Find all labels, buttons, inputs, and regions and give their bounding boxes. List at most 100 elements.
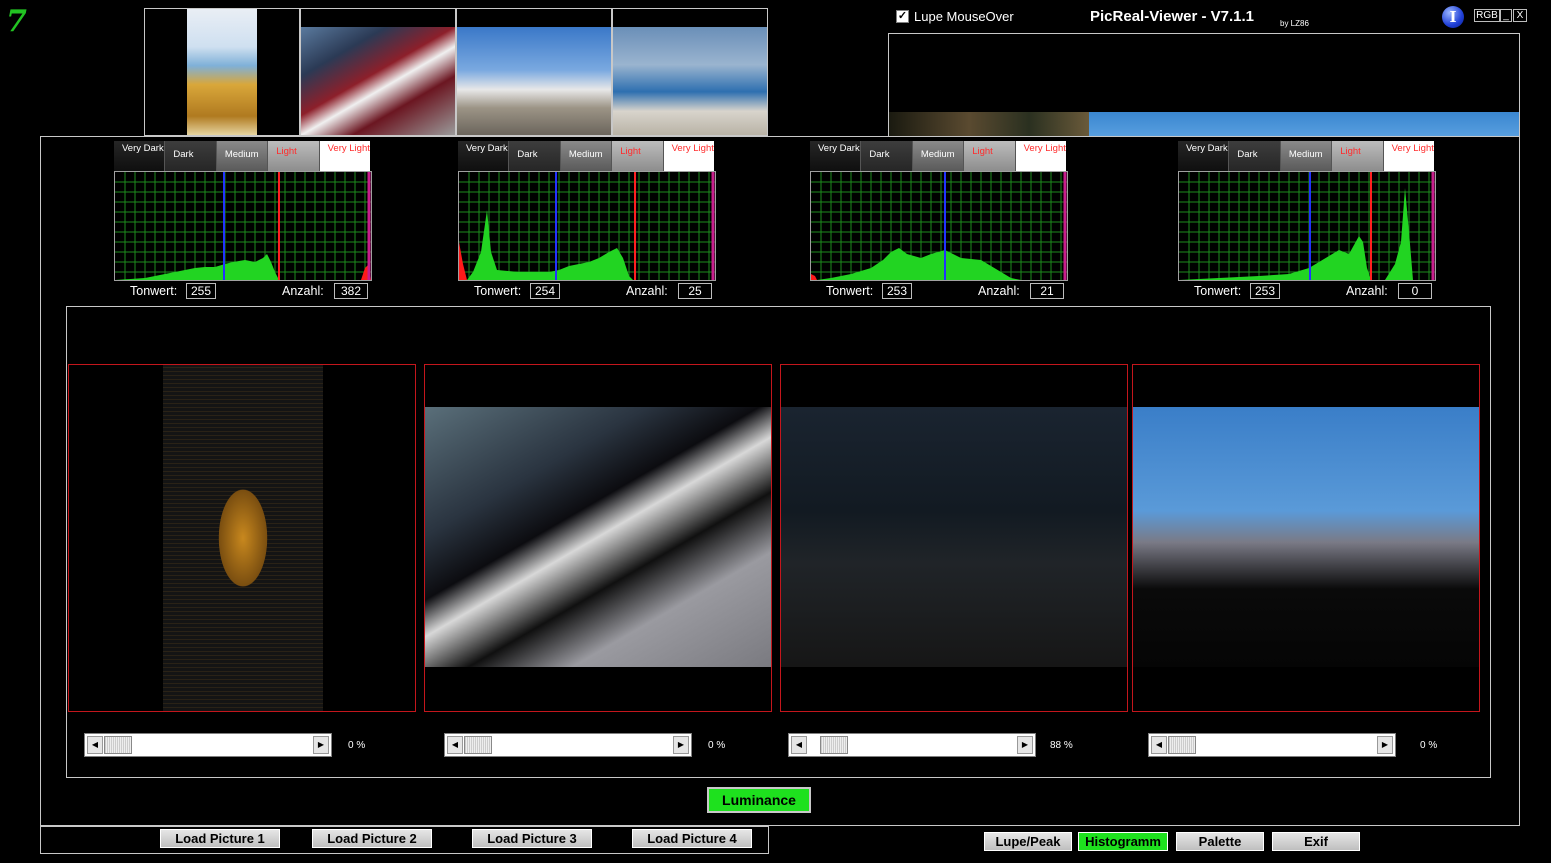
tone-very-dark[interactable]: Very Dark: [1178, 141, 1230, 171]
histogram-fill: [1179, 236, 1371, 280]
slider-left-arrow[interactable]: ◀: [791, 736, 807, 754]
loupe-preview: [888, 33, 1520, 137]
slider-left-arrow[interactable]: ◀: [87, 736, 103, 754]
histogram-fill: [115, 254, 279, 280]
tonwert-field: 254: [530, 283, 560, 299]
tone-very-light[interactable]: Very Light: [1015, 141, 1067, 171]
image-tile-3[interactable]: [780, 364, 1128, 712]
thumbnail-4[interactable]: [612, 8, 768, 136]
slider-value-2: 0 %: [708, 740, 726, 751]
lupe-peak-button[interactable]: Lupe/Peak: [984, 832, 1072, 851]
tonwert-field: 255: [186, 283, 216, 299]
tone-very-light[interactable]: Very Light: [1383, 141, 1435, 171]
exif-button[interactable]: Exif: [1272, 832, 1360, 851]
tone-medium[interactable]: Medium: [216, 141, 269, 171]
strength-slider-2[interactable]: ◀ ▶: [444, 733, 692, 757]
tone-very-dark[interactable]: Very Dark: [114, 141, 166, 171]
histogram-fill: [817, 248, 1021, 280]
tone-light[interactable]: Light: [1332, 141, 1384, 171]
app-title: PicReal-Viewer - V7.1.1: [1090, 8, 1254, 25]
tone-medium[interactable]: Medium: [560, 141, 613, 171]
anzahl-field: 25: [678, 283, 712, 299]
image-tile-2[interactable]: [424, 364, 772, 712]
close-button[interactable]: X: [1513, 9, 1527, 22]
tone-light[interactable]: Light: [964, 141, 1016, 171]
minimize-button[interactable]: _: [1500, 9, 1512, 22]
tone-very-light[interactable]: Very Light: [319, 141, 371, 171]
slider-right-arrow[interactable]: ▶: [1017, 736, 1033, 754]
tone-very-light[interactable]: Very Light: [663, 141, 715, 171]
tone-medium[interactable]: Medium: [1280, 141, 1333, 171]
slider-thumb[interactable]: [104, 736, 132, 754]
slider-right-arrow[interactable]: ▶: [1377, 736, 1393, 754]
luminance-button[interactable]: Luminance: [707, 787, 811, 813]
histogram-clip-red: [459, 242, 467, 280]
tonwert-label: Tonwert:: [474, 284, 522, 298]
tone-light[interactable]: Light: [612, 141, 664, 171]
anzahl-field: 382: [334, 283, 368, 299]
slider-thumb[interactable]: [464, 736, 492, 754]
histogram-plot: [810, 171, 1068, 281]
tone-very-dark[interactable]: Very Dark: [810, 141, 862, 171]
strength-slider-4[interactable]: ◀ ▶: [1148, 733, 1396, 757]
load-picture-3-button[interactable]: Load Picture 3: [472, 829, 592, 848]
load-picture-2-button[interactable]: Load Picture 2: [312, 829, 432, 848]
strength-slider-3[interactable]: ◀ ▶: [788, 733, 1036, 757]
tone-buttons: Very Dark Dark Medium Light Very Light: [810, 141, 1067, 171]
histogramm-button[interactable]: Histogramm: [1078, 832, 1168, 851]
tone-dark[interactable]: Dark: [509, 141, 561, 171]
anzahl-label: Anzahl:: [1346, 284, 1388, 298]
tone-medium[interactable]: Medium: [912, 141, 965, 171]
image-tile-4[interactable]: [1132, 364, 1480, 712]
slider-left-arrow[interactable]: ◀: [1151, 736, 1167, 754]
slider-right-arrow[interactable]: ▶: [673, 736, 689, 754]
info-icon[interactable]: I: [1442, 6, 1464, 28]
anzahl-field: 21: [1030, 283, 1064, 299]
slider-right-arrow[interactable]: ▶: [313, 736, 329, 754]
thumbnail-2[interactable]: [300, 8, 456, 136]
tone-dark[interactable]: Dark: [165, 141, 217, 171]
lupe-mouseover-checkbox[interactable]: ✓: [896, 10, 909, 23]
tile-4-image: [1133, 407, 1479, 667]
palette-button[interactable]: Palette: [1176, 832, 1264, 851]
tonwert-label: Tonwert:: [1194, 284, 1242, 298]
tone-very-dark[interactable]: Very Dark: [458, 141, 510, 171]
tone-dark[interactable]: Dark: [1229, 141, 1281, 171]
load-picture-4-button[interactable]: Load Picture 4: [632, 829, 752, 848]
slider-value-1: 0 %: [348, 740, 366, 751]
thumbnail-3-image: [457, 27, 611, 135]
anzahl-label: Anzahl:: [978, 284, 1020, 298]
app-logo: 7: [6, 4, 27, 39]
tile-3-image: [781, 407, 1127, 667]
tone-light[interactable]: Light: [268, 141, 320, 171]
thumbnail-3[interactable]: [456, 8, 612, 136]
slider-value-3: 88 %: [1050, 740, 1073, 751]
histogram-fill: [467, 210, 633, 280]
tile-2-image: [425, 407, 771, 667]
anzahl-label: Anzahl:: [626, 284, 668, 298]
strength-slider-1[interactable]: ◀ ▶: [84, 733, 332, 757]
tonwert-label: Tonwert:: [130, 284, 178, 298]
tone-dark[interactable]: Dark: [861, 141, 913, 171]
histogram-clip-red: [811, 274, 817, 280]
histogram-group-4: Very Dark Dark Medium Light Very Light T…: [1178, 141, 1448, 303]
tone-buttons: Very Dark Dark Medium Light Very Light: [1178, 141, 1435, 171]
image-tile-1[interactable]: [68, 364, 416, 712]
tone-buttons: Very Dark Dark Medium Light Very Light: [114, 141, 371, 171]
slider-thumb[interactable]: [1168, 736, 1196, 754]
histogram-group-2: Very Dark Dark Medium Light Very Light T…: [458, 141, 728, 303]
tone-buttons: Very Dark Dark Medium Light Very Light: [458, 141, 715, 171]
thumbnail-4-image: [613, 27, 767, 135]
histogram-group-1: Very Dark Dark Medium Light Very Light T…: [114, 141, 384, 303]
slider-thumb[interactable]: [820, 736, 848, 754]
slider-left-arrow[interactable]: ◀: [447, 736, 463, 754]
tonwert-field: 253: [1250, 283, 1280, 299]
anzahl-label: Anzahl:: [282, 284, 324, 298]
anzahl-field: 0: [1398, 283, 1432, 299]
loupe-foliage: [889, 112, 1089, 136]
loupe-sky: [1089, 112, 1519, 136]
histogram-plot: [1178, 171, 1436, 281]
load-picture-1-button[interactable]: Load Picture 1: [160, 829, 280, 848]
rgb-button[interactable]: RGB: [1474, 9, 1500, 22]
thumbnail-1[interactable]: [144, 8, 300, 136]
